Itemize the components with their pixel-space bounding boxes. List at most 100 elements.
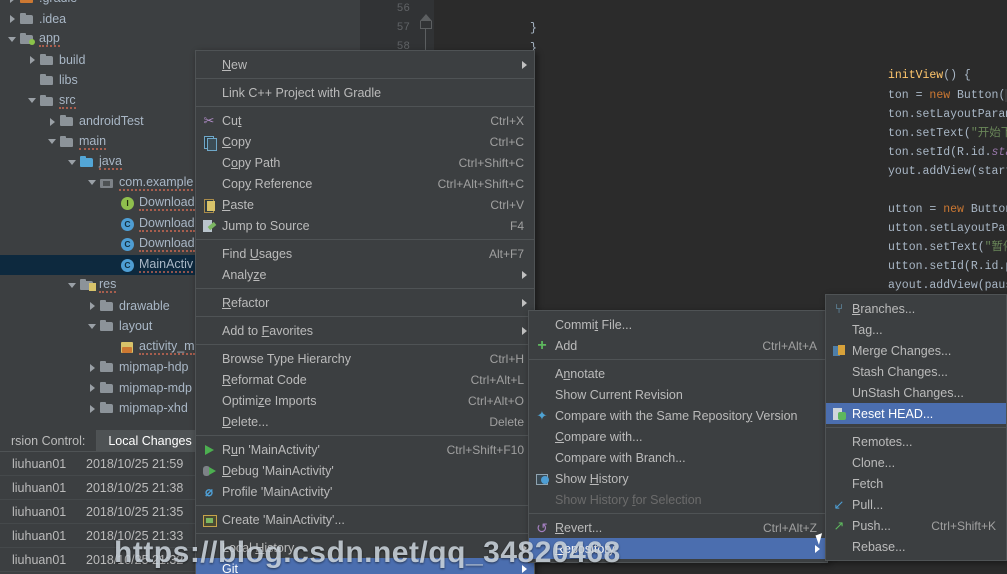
repo-menu-item-fetch[interactable]: Fetch — [826, 473, 1006, 494]
module-marker-icon — [29, 39, 35, 46]
chevron-right-icon[interactable] — [6, 0, 19, 5]
folder-icon — [39, 94, 56, 108]
repo-menu-item-branches[interactable]: ⑂ Branches... — [826, 298, 1006, 319]
menu-item-refactor[interactable]: Refactor — [196, 292, 534, 313]
menu-item-label: Reset HEAD... — [852, 406, 934, 421]
fold-marker-box-icon — [420, 21, 432, 29]
repo-menu-item-remotes[interactable]: Remotes... — [826, 431, 1006, 452]
menu-item-debug-mainactivity[interactable]: Debug 'MainActivity' — [196, 460, 534, 481]
chevron-down-icon[interactable] — [26, 94, 39, 107]
menu-item-shortcut: Delete — [489, 414, 524, 429]
repo-menu-item-tag[interactable]: Tag... — [826, 319, 1006, 340]
menu-item-new[interactable]: New — [196, 54, 534, 75]
menu-item-label: Paste — [222, 197, 254, 212]
git-menu-item-show-history[interactable]: Show History — [529, 468, 827, 489]
git-menu-item-show-current-revision[interactable]: Show Current Revision — [529, 384, 827, 405]
menu-item-run-mainactivity[interactable]: Run 'MainActivity' Ctrl+Shift+F10 — [196, 439, 534, 460]
repo-menu-item-unstash-changes[interactable]: UnStash Changes... — [826, 382, 1006, 403]
menu-item-add-to-favorites[interactable]: Add to Favorites — [196, 320, 534, 341]
tree-item--gradle[interactable]: .gradle — [0, 0, 360, 9]
menu-item-label: Push... — [852, 518, 891, 533]
chevron-right-icon[interactable] — [6, 12, 19, 25]
menu-item-label: Local History — [222, 540, 295, 555]
chevron-right-icon[interactable] — [86, 381, 99, 394]
menu-item-optimize-imports[interactable]: Optimize Imports Ctrl+Alt+O — [196, 390, 534, 411]
git-menu-item-compare-with-the-same-repository-version[interactable]: ✦ Compare with the Same Repository Versio… — [529, 405, 827, 426]
repo-menu-item-pull[interactable]: ↙ Pull... — [826, 494, 1006, 515]
repo-menu-item-clone[interactable]: Clone... — [826, 452, 1006, 473]
submenu-arrow-icon — [522, 327, 527, 335]
menu-item-link-c++-project-with-gradle[interactable]: Link C++ Project with Gradle — [196, 82, 534, 103]
ide-window: 56 57 58 } } initView() { ton = new Butt… — [0, 0, 1007, 574]
tree-item-label: MainActiv — [139, 256, 194, 273]
menu-item-label: Stash Changes... — [852, 364, 948, 379]
tree-item-label: app — [39, 31, 60, 48]
chevron-right-icon[interactable] — [86, 402, 99, 415]
menu-item-label: Merge Changes... — [852, 343, 952, 358]
menu-item-local-history[interactable]: Local History — [196, 537, 534, 558]
menu-separator — [196, 288, 534, 289]
menu-item-label: Cut — [222, 113, 242, 128]
scissors-icon: ✂ — [203, 113, 215, 128]
menu-item-jump-to-source[interactable]: Jump to Source F4 — [196, 215, 534, 236]
menu-item-shortcut: Ctrl+X — [490, 113, 524, 128]
repo-menu-item-merge-changes[interactable]: Merge Changes... — [826, 340, 1006, 361]
git-submenu[interactable]: Commit File... + Add Ctrl+Alt+A Annotate Show… — [528, 310, 828, 563]
menu-item-label: Browse Type Hierarchy — [222, 351, 351, 366]
git-menu-item-commit-file[interactable]: Commit File... — [529, 314, 827, 335]
menu-item-copy[interactable]: Copy Ctrl+C — [196, 131, 534, 152]
menu-item-paste[interactable]: Paste Ctrl+V — [196, 194, 534, 215]
tree-item-label: drawable — [119, 298, 170, 313]
menu-separator — [196, 344, 534, 345]
tree-item--idea[interactable]: .idea — [0, 9, 360, 30]
git-menu-item-annotate[interactable]: Annotate — [529, 363, 827, 384]
tree-item-app[interactable]: app — [0, 29, 360, 50]
menu-item-profile-mainactivity[interactable]: ⌀ Profile 'MainActivity' — [196, 481, 534, 502]
chevron-down-icon[interactable] — [66, 279, 79, 292]
menu-item-copy-path[interactable]: Copy Path Ctrl+Shift+C — [196, 152, 534, 173]
menu-item-label: Jump to Source — [222, 218, 310, 233]
menu-item-find-usages[interactable]: Find Usages Alt+F7 — [196, 243, 534, 264]
repo-menu-item-reset-head[interactable]: Reset HEAD... — [826, 403, 1006, 424]
tree-item-label: build — [59, 52, 86, 67]
menu-item-create-mainactivity[interactable]: Create 'MainActivity'... — [196, 509, 534, 530]
repo-menu-item-stash-changes[interactable]: Stash Changes... — [826, 361, 1006, 382]
menu-item-analyze[interactable]: Analyze — [196, 264, 534, 285]
git-menu-item-compare-with-branch[interactable]: Compare with Branch... — [529, 447, 827, 468]
menu-item-copy-reference[interactable]: Copy Reference Ctrl+Alt+Shift+C — [196, 173, 534, 194]
commit-author: liuhuan01 — [12, 480, 67, 495]
chevron-down-icon[interactable] — [6, 33, 19, 46]
chevron-right-icon[interactable] — [86, 361, 99, 374]
repo-menu-item-push[interactable]: ↗ Push... Ctrl+Shift+K — [826, 515, 1006, 536]
chevron-right-icon[interactable] — [86, 299, 99, 312]
git-menu-item-add[interactable]: + Add Ctrl+Alt+A — [529, 335, 827, 356]
menu-item-label: Annotate — [555, 366, 606, 381]
repo-menu-item-rebase[interactable]: Rebase... — [826, 536, 1006, 557]
submenu-arrow-icon — [522, 544, 527, 552]
menu-item-git[interactable]: Git — [196, 558, 534, 574]
java-class-icon: C — [119, 237, 136, 252]
git-menu-item-revert[interactable]: ↺ Revert... Ctrl+Alt+Z — [529, 517, 827, 538]
chevron-right-icon[interactable] — [26, 53, 39, 66]
menu-item-cut[interactable]: ✂ Cut Ctrl+X — [196, 110, 534, 131]
git-menu-item-repository[interactable]: Repository — [529, 538, 827, 559]
menu-separator — [826, 427, 1006, 428]
chevron-down-icon[interactable] — [66, 156, 79, 169]
menu-item-label: Repository — [555, 541, 615, 556]
chevron-down-icon[interactable] — [46, 135, 59, 148]
menu-item-delete[interactable]: Delete... Delete — [196, 411, 534, 432]
fold-marker-icon[interactable] — [420, 14, 432, 21]
menu-item-browse-type-hierarchy[interactable]: Browse Type Hierarchy Ctrl+H — [196, 348, 534, 369]
java-interface-icon: I — [119, 196, 136, 211]
menu-item-label: Run 'MainActivity' — [222, 442, 320, 457]
chevron-down-icon[interactable] — [86, 176, 99, 189]
menu-item-reformat-code[interactable]: Reformat Code Ctrl+Alt+L — [196, 369, 534, 390]
git-repository-submenu[interactable]: ⑂ Branches... Tag... Merge Changes... Stash … — [825, 294, 1007, 561]
file-context-menu[interactable]: New Link C++ Project with Gradle ✂ Cut Ctrl+… — [195, 50, 535, 574]
tab-local-changes[interactable]: Local Changes — [97, 429, 204, 452]
tree-item-label: activity_m — [139, 338, 195, 355]
tree-item-label: libs — [59, 73, 78, 88]
git-menu-item-compare-with[interactable]: Compare with... — [529, 426, 827, 447]
chevron-right-icon[interactable] — [46, 115, 59, 128]
chevron-down-icon[interactable] — [86, 320, 99, 333]
